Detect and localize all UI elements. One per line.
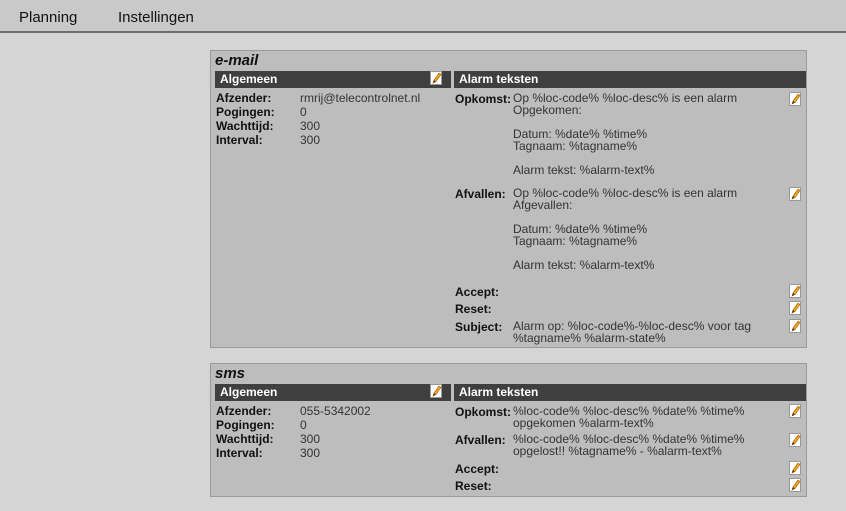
- email-attempts-value: 0: [300, 105, 307, 119]
- email-subject-value: Alarm op: %loc-code%-%loc-desc% voor tag…: [513, 319, 752, 345]
- email-panel: e-mail Algemeen Alarm teksten Afzender: …: [210, 50, 807, 348]
- sms-attempts-value: 0: [300, 418, 307, 432]
- email-afvallen-label: Afvallen:: [455, 187, 506, 201]
- email-opkomst-label: Opkomst:: [455, 92, 512, 106]
- sms-alarm-header: Alarm teksten: [454, 384, 806, 401]
- sms-general-edit-icon[interactable]: [430, 384, 442, 398]
- email-alarm-header-label: Alarm teksten: [459, 72, 539, 86]
- sms-general-header: Algemeen: [215, 384, 451, 401]
- email-panel-title: e-mail: [215, 52, 259, 69]
- sms-sender-label: Afzender:: [216, 404, 272, 418]
- sms-attempts-label: Pogingen:: [216, 418, 275, 432]
- email-alarm-header: Alarm teksten: [454, 71, 806, 88]
- sms-opkomst-edit-icon[interactable]: [789, 404, 801, 418]
- sms-reset-label: Reset:: [455, 479, 492, 493]
- sms-general-header-label: Algemeen: [220, 385, 278, 399]
- sms-reset-edit-icon[interactable]: [789, 478, 801, 492]
- email-interval-value: 300: [300, 133, 321, 147]
- sms-waittime-value: 300: [300, 432, 321, 446]
- email-accept-label: Accept:: [455, 285, 500, 299]
- sms-alarm-header-label: Alarm teksten: [459, 385, 539, 399]
- email-waittime-label: Wachttijd:: [216, 119, 274, 133]
- sms-afvallen-label: Afvallen:: [455, 433, 506, 447]
- email-opkomst-edit-icon[interactable]: [789, 92, 801, 106]
- sms-panel: sms Algemeen Alarm teksten Afzender: 055…: [210, 363, 807, 497]
- email-subject-edit-icon[interactable]: [789, 319, 801, 333]
- email-attempts-label: Pogingen:: [216, 105, 275, 119]
- sms-interval-value: 300: [300, 446, 321, 460]
- email-general-header-label: Algemeen: [220, 72, 278, 86]
- sms-accept-label: Accept:: [455, 462, 500, 476]
- sms-sender-value: 055-5342002: [300, 404, 371, 418]
- sms-panel-title: sms: [215, 365, 246, 382]
- sms-interval-label: Interval:: [216, 446, 263, 460]
- menu-item-planning[interactable]: Planning: [19, 9, 77, 26]
- email-subject-label: Subject:: [455, 320, 503, 334]
- email-general-header: Algemeen: [215, 71, 451, 88]
- email-general-edit-icon[interactable]: [430, 71, 442, 85]
- email-reset-label: Reset:: [455, 302, 492, 316]
- sms-afvallen-value: %loc-code% %loc-desc% %date% %time% opge…: [513, 432, 745, 458]
- email-opkomst-value: Op %loc-code% %loc-desc% is een alarm Op…: [513, 91, 738, 177]
- sms-afvallen-edit-icon[interactable]: [789, 433, 801, 447]
- email-afvallen-value: Op %loc-code% %loc-desc% is een alarm Af…: [513, 186, 738, 272]
- menu-item-instellingen[interactable]: Instellingen: [118, 9, 194, 26]
- email-afvallen-edit-icon[interactable]: [789, 187, 801, 201]
- sms-opkomst-value: %loc-code% %loc-desc% %date% %time% opge…: [513, 404, 745, 430]
- email-accept-edit-icon[interactable]: [789, 284, 801, 298]
- email-interval-label: Interval:: [216, 133, 263, 147]
- email-sender-value: rmrij@telecontrolnet.nl: [300, 91, 421, 105]
- email-sender-label: Afzender:: [216, 91, 272, 105]
- email-reset-edit-icon[interactable]: [789, 301, 801, 315]
- sms-opkomst-label: Opkomst:: [455, 405, 512, 419]
- sms-accept-edit-icon[interactable]: [789, 461, 801, 475]
- email-waittime-value: 300: [300, 119, 321, 133]
- top-menu-bar: Planning Instellingen: [0, 0, 846, 33]
- sms-waittime-label: Wachttijd:: [216, 432, 274, 446]
